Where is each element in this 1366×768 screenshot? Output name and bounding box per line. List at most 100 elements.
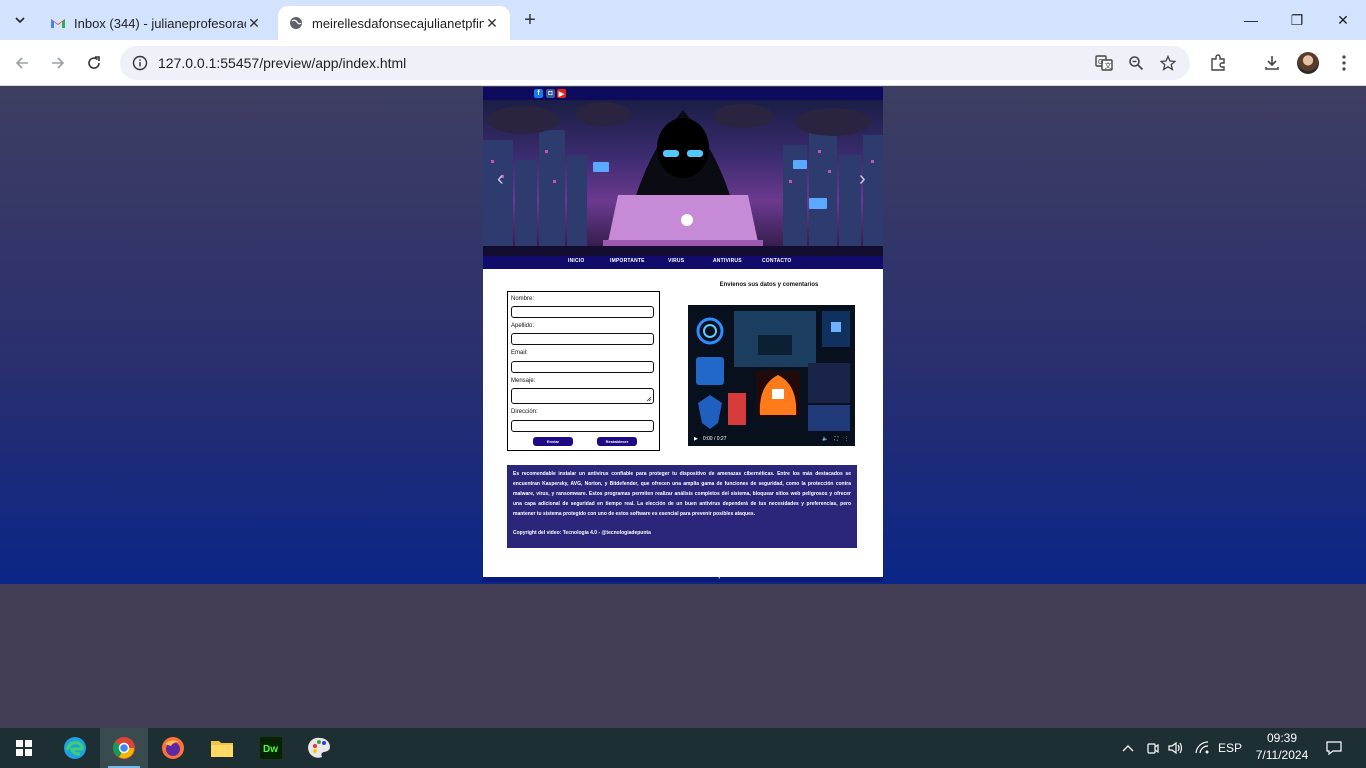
clock-time: 09:39 xyxy=(1266,731,1298,745)
mensaje-label: Mensaje: xyxy=(511,378,536,384)
back-button[interactable] xyxy=(8,49,36,77)
instagram-icon[interactable]: ◘ xyxy=(546,89,555,98)
profile-avatar[interactable] xyxy=(1297,52,1319,74)
hacker-illustration xyxy=(483,102,883,256)
video-time: 0:00 / 0:27 xyxy=(702,436,727,442)
apellido-field[interactable] xyxy=(511,333,654,345)
address-bar[interactable]: 127.0.0.1:55457/preview/app/index.html G… xyxy=(120,46,1190,80)
volume-icon[interactable]: 🔈 xyxy=(822,436,828,442)
taskbar-dreamweaver[interactable]: Dw xyxy=(247,728,295,768)
menu-item-inicio[interactable]: INICIO xyxy=(568,258,584,264)
new-tab-button[interactable]: + xyxy=(518,8,542,32)
arrow-right-icon xyxy=(52,57,65,69)
language-indicator[interactable]: ESP xyxy=(1216,728,1244,768)
contact-form: Nombre: Apellido: Email: Mensaje: Direcc… xyxy=(507,291,660,451)
fullscreen-icon[interactable]: ⛶ xyxy=(834,436,838,442)
apellido-label: Apellido: xyxy=(511,323,535,329)
taskbar-edge[interactable] xyxy=(51,728,99,768)
taskbar-paint[interactable] xyxy=(296,728,344,768)
antivirus-info-box: Es recomendable instalar un antivirus co… xyxy=(507,465,857,548)
nombre-label: Nombre: xyxy=(511,296,535,302)
carousel-prev-icon[interactable]: ‹ xyxy=(497,168,504,191)
browser-toolbar: 127.0.0.1:55457/preview/app/index.html G… xyxy=(0,40,1366,86)
tab-gmail[interactable]: Inbox (344) - julianeprofesorad ✕ xyxy=(40,6,272,40)
svg-text:G: G xyxy=(1098,59,1103,66)
nombre-field[interactable] xyxy=(511,306,654,318)
close-window-button[interactable]: ✕ xyxy=(1320,0,1366,40)
taskbar-file-explorer[interactable] xyxy=(198,728,246,768)
youtube-icon[interactable]: ▶ xyxy=(557,89,566,98)
restore-button[interactable]: ❐ xyxy=(1274,0,1320,40)
browser-tab-bar: Inbox (344) - julianeprofesorad ✕ meirel… xyxy=(0,0,1366,40)
notifications-icon[interactable] xyxy=(1320,728,1348,768)
main-menu: INICIO IMPORTANTE VIRUS ANTIVIRUS CONTAC… xyxy=(483,256,883,269)
svg-text:Dw: Dw xyxy=(263,744,278,755)
taskbar-chrome[interactable] xyxy=(100,728,148,768)
reload-icon xyxy=(88,56,100,69)
show-hidden-icons[interactable] xyxy=(1118,728,1138,768)
video-thumbnail xyxy=(688,305,855,446)
social-bar: f ◘ ▶ xyxy=(483,87,883,100)
info-paragraph: Es recomendable instalar un antivirus co… xyxy=(513,471,851,517)
volume-icon[interactable] xyxy=(1166,728,1186,768)
minimize-button[interactable]: — xyxy=(1228,0,1274,40)
carousel-next-icon[interactable]: › xyxy=(859,168,866,191)
wifi-icon[interactable] xyxy=(1192,728,1212,768)
reset-button[interactable]: Restablecer xyxy=(597,437,637,446)
svg-text:文: 文 xyxy=(1105,61,1112,70)
camera-icon[interactable] xyxy=(1143,728,1163,768)
clock-date: 7/11/2024 xyxy=(1255,748,1309,762)
forward-button[interactable] xyxy=(44,49,72,77)
more-menu-icon[interactable] xyxy=(1332,51,1356,75)
video-controls: ▶ 0:00 / 0:27 🔈 ⛶ ⋮ xyxy=(688,432,855,446)
close-tab-icon[interactable]: ✕ xyxy=(246,15,262,31)
edge-icon xyxy=(64,737,86,759)
gmail-icon xyxy=(50,15,66,31)
url-text: 127.0.0.1:55457/preview/app/index.html xyxy=(158,55,407,71)
menu-item-antivirus[interactable]: ANTIVIRUS xyxy=(713,258,742,264)
direccion-field[interactable] xyxy=(511,420,654,432)
bookmark-star-icon[interactable] xyxy=(1158,53,1178,73)
video-player[interactable]: ▶ 0:00 / 0:27 🔈 ⛶ ⋮ xyxy=(688,305,855,446)
taskbar-clock[interactable]: 09:39 7/11/2024 xyxy=(1250,730,1314,764)
info-icon[interactable] xyxy=(132,55,148,71)
menu-item-importante[interactable]: IMPORTANTE xyxy=(610,258,645,264)
video-copyright: Copyright del video: Tecnología 4.0 - @t… xyxy=(513,530,651,536)
folder-icon xyxy=(211,741,233,757)
tab-title: Inbox (344) - julianeprofesorad xyxy=(74,15,246,31)
start-button[interactable] xyxy=(0,728,48,768)
translate-icon[interactable]: G文 xyxy=(1094,53,1114,73)
dreamweaver-icon: Dw xyxy=(260,737,282,759)
taskbar-firefox[interactable] xyxy=(149,728,197,768)
tab-title: meirellesdafonsecajulianetpfina xyxy=(312,15,484,31)
chevron-down-icon xyxy=(15,17,25,24)
email-label: Email: xyxy=(511,350,528,356)
tab-site[interactable]: meirellesdafonsecajulianetpfina ✕ xyxy=(278,6,510,40)
windows-logo-icon xyxy=(16,740,32,756)
extensions-icon[interactable] xyxy=(1206,51,1230,75)
zoom-icon[interactable] xyxy=(1126,53,1146,73)
reload-button[interactable] xyxy=(80,49,108,77)
windows-taskbar: Dw ESP 09:39 7/11/2024 xyxy=(0,728,1366,768)
site-container: f ◘ ▶ ‹ › INICIO IMPORTANTE VIRUS ANTIVI… xyxy=(483,87,883,577)
chrome-icon xyxy=(113,737,135,759)
close-tab-icon[interactable]: ✕ xyxy=(484,15,500,31)
chevron-up-icon xyxy=(1122,745,1134,752)
facebook-icon[interactable]: f xyxy=(534,89,543,98)
video-more-icon[interactable]: ⋮ xyxy=(844,436,849,442)
play-icon[interactable]: ▶ xyxy=(694,436,698,442)
globe-icon xyxy=(288,15,304,31)
download-icon[interactable] xyxy=(1260,51,1284,75)
menu-item-virus[interactable]: VIRUS xyxy=(668,258,684,264)
mensaje-textarea[interactable] xyxy=(511,388,654,404)
resize-handle-icon[interactable] xyxy=(646,396,652,402)
firefox-icon xyxy=(162,737,184,759)
direccion-label: Dirección: xyxy=(511,409,538,415)
email-field[interactable] xyxy=(511,361,654,373)
send-title: Envíenos sus datos y comentarios xyxy=(719,282,819,288)
page-viewport: Meirelles da Fonseca Juliana -Tp Final f… xyxy=(0,87,1366,728)
menu-item-contacto[interactable]: CONTACTO xyxy=(762,258,791,264)
submit-button[interactable]: Enviar xyxy=(533,437,573,446)
tab-search-button[interactable] xyxy=(8,8,32,32)
hero-carousel: ‹ › xyxy=(483,100,883,256)
